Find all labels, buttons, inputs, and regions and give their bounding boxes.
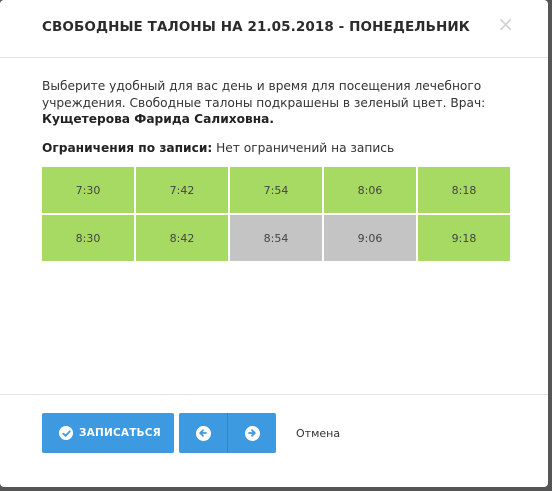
modal-title: СВОБОДНЫЕ ТАЛОНЫ НА 21.05.2018 - ПОНЕДЕЛ… [42,19,470,35]
intro-description: Выберите удобный для вас день и время дл… [42,79,486,110]
restrictions-value: Нет ограничений на запись [212,140,395,155]
previous-day-button[interactable] [179,413,227,453]
time-slot-7-30[interactable]: 7:30 [42,167,134,213]
appointment-modal: СВОБОДНЫЕ ТАЛОНЫ НА 21.05.2018 - ПОНЕДЕЛ… [0,0,548,487]
restrictions-label: Ограничения по записи: [42,140,213,155]
time-slot-7-42[interactable]: 7:42 [136,167,228,213]
next-day-button[interactable] [227,413,276,453]
time-slot-9-06-busy: 9:06 [324,215,416,261]
time-slot-8-18[interactable]: 8:18 [418,167,510,213]
modal-footer: ЗАПИСАТЬСЯ Отмена [0,394,548,487]
restrictions-line: Ограничения по записи: Нет ограничений н… [42,141,512,155]
time-slot-8-30[interactable]: 8:30 [42,215,134,261]
time-slot-7-54[interactable]: 7:54 [230,167,322,213]
time-slot-8-06[interactable]: 8:06 [324,167,416,213]
modal-body: Выберите удобный для вас день и время дл… [42,58,512,261]
modal-header: СВОБОДНЫЕ ТАЛОНЫ НА 21.05.2018 - ПОНЕДЕЛ… [0,0,548,58]
time-slot-8-54-busy: 8:54 [230,215,322,261]
cancel-link[interactable]: Отмена [296,427,340,440]
day-navigation [179,413,276,453]
close-icon[interactable]: × [497,14,514,34]
time-slot-grid: 7:30 7:42 7:54 8:06 8:18 8:30 8:42 8:54 9:06 9:18 [42,167,512,263]
check-circle-icon [59,426,73,440]
submit-appointment-button[interactable]: ЗАПИСАТЬСЯ [42,413,174,453]
time-slot-8-42[interactable]: 8:42 [136,215,228,261]
arrow-left-circle-icon [195,425,211,441]
submit-appointment-label: ЗАПИСАТЬСЯ [79,427,161,439]
doctor-name: Кущетерова Фарида Салиховна. [42,112,274,126]
intro-text: Выберите удобный для вас день и время дл… [42,78,512,128]
arrow-right-circle-icon [244,425,260,441]
time-slot-9-18[interactable]: 9:18 [418,215,510,261]
